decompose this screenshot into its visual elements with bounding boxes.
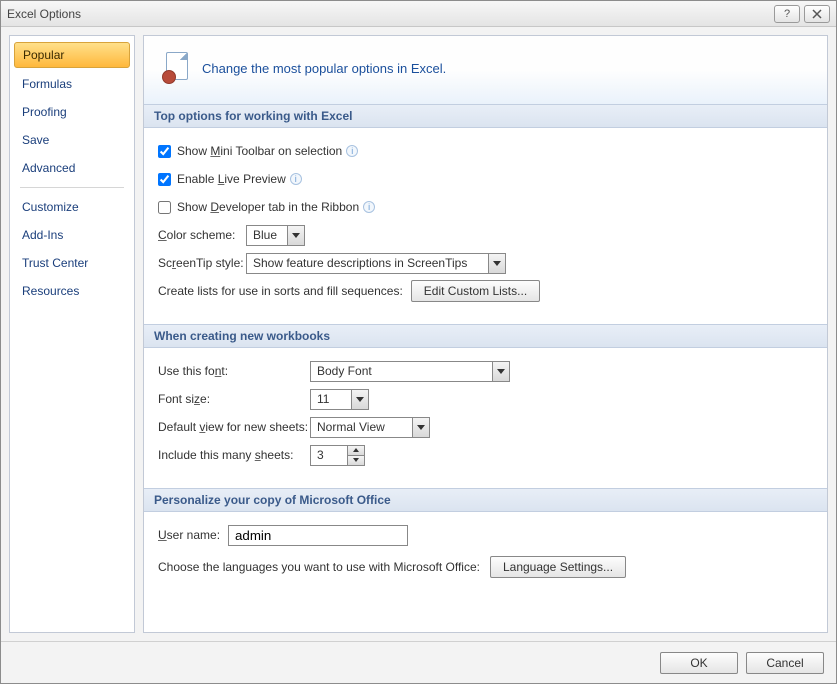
section-new-workbooks-header: When creating new workbooks <box>144 324 827 348</box>
section-personalize: User name: Choose the languages you want… <box>144 512 827 600</box>
checkbox-developer-tab-label: Show Developer tab in the Ribbon <box>177 200 359 214</box>
spinner-down-button[interactable] <box>348 455 364 465</box>
chevron-down-icon[interactable] <box>412 418 429 437</box>
titlebar: Excel Options ? <box>1 1 836 27</box>
sheets-count-value: 3 <box>311 446 347 465</box>
chevron-down-icon[interactable] <box>351 390 368 409</box>
section-personalize-header: Personalize your copy of Microsoft Offic… <box>144 488 827 512</box>
checkbox-live-preview[interactable] <box>158 173 171 186</box>
checkbox-mini-toolbar[interactable] <box>158 145 171 158</box>
edit-custom-lists-button[interactable]: Edit Custom Lists... <box>411 280 540 302</box>
screentip-style-value: Show feature descriptions in ScreenTips <box>247 256 488 270</box>
page-title: Change the most popular options in Excel… <box>202 61 446 76</box>
chevron-down-icon[interactable] <box>287 226 304 245</box>
sidebar-item-trustcenter[interactable]: Trust Center <box>10 249 134 277</box>
info-icon[interactable]: i <box>363 201 375 213</box>
default-view-label: Default view for new sheets: <box>158 420 310 434</box>
sidebar-item-addins[interactable]: Add-Ins <box>10 221 134 249</box>
screentip-style-combo[interactable]: Show feature descriptions in ScreenTips <box>246 253 506 274</box>
custom-lists-label: Create lists for use in sorts and fill s… <box>158 284 403 298</box>
section-new-workbooks: Use this font: Body Font Font size: 11 D… <box>144 348 827 488</box>
chevron-down-icon[interactable] <box>492 362 509 381</box>
checkbox-live-preview-label: Enable Live Preview <box>177 172 286 186</box>
sidebar-item-resources[interactable]: Resources <box>10 277 134 305</box>
section-top-options: Show Mini Toolbar on selection i Enable … <box>144 128 827 324</box>
screentip-style-label: ScreenTip style: <box>158 256 246 270</box>
section-top-options-header: Top options for working with Excel <box>144 104 827 128</box>
chevron-down-icon[interactable] <box>488 254 505 273</box>
sidebar-item-popular[interactable]: Popular <box>14 42 130 68</box>
sheets-count-label: Include this many sheets: <box>158 448 310 462</box>
font-combo[interactable]: Body Font <box>310 361 510 382</box>
main-panel: Change the most popular options in Excel… <box>143 35 828 633</box>
close-button[interactable] <box>804 5 830 23</box>
font-value: Body Font <box>311 364 492 378</box>
sidebar-item-proofing[interactable]: Proofing <box>10 98 134 126</box>
color-scheme-value: Blue <box>247 228 287 242</box>
spinner-up-button[interactable] <box>348 446 364 455</box>
dialog-title: Excel Options <box>7 7 81 21</box>
font-size-label: Font size: <box>158 392 310 406</box>
help-button[interactable]: ? <box>774 5 800 23</box>
language-settings-button[interactable]: Language Settings... <box>490 556 626 578</box>
language-settings-label: Choose the languages you want to use wit… <box>158 560 480 574</box>
checkbox-developer-tab[interactable] <box>158 201 171 214</box>
font-size-combo[interactable]: 11 <box>310 389 369 410</box>
color-scheme-combo[interactable]: Blue <box>246 225 305 246</box>
dialog-footer: OK Cancel <box>1 641 836 683</box>
sidebar-item-advanced[interactable]: Advanced <box>10 154 134 182</box>
excel-options-dialog: Excel Options ? Popular Formulas Proofin… <box>0 0 837 684</box>
font-label: Use this font: <box>158 364 310 378</box>
username-label: User name: <box>158 528 228 542</box>
checkbox-mini-toolbar-label: Show Mini Toolbar on selection <box>177 144 342 158</box>
info-icon[interactable]: i <box>290 173 302 185</box>
sidebar-item-formulas[interactable]: Formulas <box>10 70 134 98</box>
sidebar-separator <box>20 187 124 188</box>
info-icon[interactable]: i <box>346 145 358 157</box>
username-input[interactable] <box>228 525 408 546</box>
sidebar-item-save[interactable]: Save <box>10 126 134 154</box>
sidebar-item-customize[interactable]: Customize <box>10 193 134 221</box>
cancel-button[interactable]: Cancel <box>746 652 824 674</box>
category-sidebar: Popular Formulas Proofing Save Advanced … <box>9 35 135 633</box>
options-icon <box>162 52 190 84</box>
page-banner: Change the most popular options in Excel… <box>144 36 827 104</box>
default-view-value: Normal View <box>311 420 412 434</box>
font-size-value: 11 <box>311 392 351 406</box>
color-scheme-label: Color scheme: <box>158 228 246 242</box>
sheets-count-spinner[interactable]: 3 <box>310 445 365 466</box>
default-view-combo[interactable]: Normal View <box>310 417 430 438</box>
ok-button[interactable]: OK <box>660 652 738 674</box>
